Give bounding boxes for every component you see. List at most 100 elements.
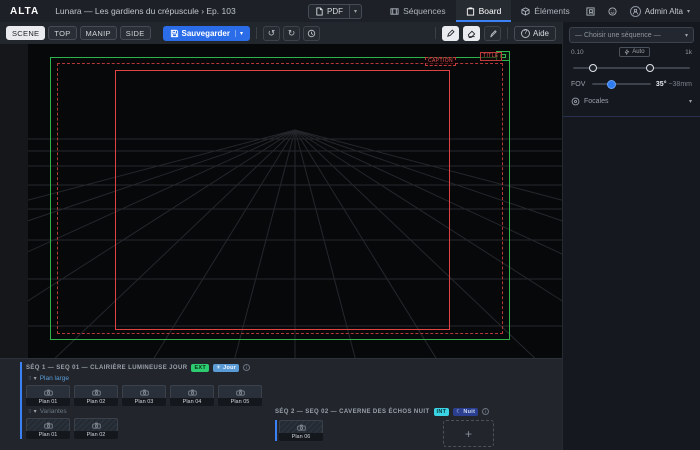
tab-board[interactable]: Board [456,0,512,22]
shot-group-2-header[interactable]: ⠿ ▾ Variantes [28,408,262,415]
pencil-icon [446,29,455,38]
auto-range-button[interactable]: Auto [619,47,649,57]
sequence-2-header[interactable]: SÉQ 2 — SEQ 02 — CAVERNE DES ÉCHOS NUIT … [275,406,489,417]
pdf-export-caret-button[interactable]: ▾ [350,4,362,19]
draw-tools-group: ? Aide [429,26,556,41]
chevron-down-icon: ▾ [689,98,692,105]
sequence-1-header[interactable]: SÉQ 1 — SEQ 01 — CLAIRIÈRE LUMINEUSE JOU… [26,362,262,373]
caption-zone-label: CAPTION [425,57,456,66]
board-icon [466,7,475,16]
save-button[interactable]: Sauvegarder ▾ [163,26,250,41]
camera-icon [236,388,245,397]
shot-thumbnail-variant[interactable]: Plan 06 [279,420,323,441]
history-button[interactable] [303,26,320,41]
pdf-export-button[interactable]: PDF [308,4,350,19]
range-labels-row: 0.10 Auto 1k [571,47,692,57]
focales-label: Focales [584,98,609,105]
perspective-grid [28,44,562,358]
viewport-3d[interactable]: CAPTION TITLE [28,44,562,358]
add-shot-button[interactable]: + [443,420,494,447]
save-icon [170,29,179,38]
aperture-icon [571,97,580,106]
pen-tool-button[interactable] [484,26,501,41]
view-button-manip[interactable]: MANIP [80,26,117,40]
shot-thumbnail[interactable]: Plan 02 [74,385,118,406]
pencil-tool-button[interactable] [442,26,459,41]
save-caret-icon[interactable]: ▾ [235,30,243,37]
auto-icon [624,49,630,55]
shot-image [74,418,118,431]
focales-section-header[interactable]: Focales ▾ [571,97,692,106]
divider [435,27,436,39]
sequence-1-title: SÉQ 1 — SEQ 01 — CLAIRIÈRE LUMINEUSE JOU… [26,365,187,371]
document-title: Lunara — Les gardiens du crépuscule › Ep… [55,6,236,16]
help-icon: ? [521,29,530,38]
pdf-label: PDF [327,7,343,16]
app-logo: ALTA [10,6,39,17]
shots-row-group-1: Plan 01 Plan 02 Plan 03 Plan 04 Plan 05 [26,385,262,406]
tab-sequences-label: Séquences [403,6,446,16]
fov-label: FOV [571,81,587,88]
shot-image [74,385,118,398]
user-menu[interactable]: Admin Alta ▾ [630,6,690,17]
camera-icon [44,421,53,430]
shot-image [26,385,70,398]
bookmark-icon[interactable] [583,3,599,19]
tab-elements-label: Éléments [534,6,569,16]
shot-label: Plan 05 [218,398,262,406]
sequence-block-1: SÉQ 1 — SEQ 01 — CLAIRIÈRE LUMINEUSE JOU… [20,362,262,439]
shot-image [122,385,166,398]
shot-label: Plan 01 [26,398,70,406]
clock-icon [307,29,316,38]
undo-icon: ↺ [268,28,276,39]
eraser-tool-button[interactable] [463,26,480,41]
view-button-scene[interactable]: SCENE [6,26,45,40]
fov-value: 35° ~38mm [656,81,692,88]
shot-image [279,420,323,433]
redo-button[interactable]: ↻ [283,26,300,41]
shot-thumbnail[interactable]: Plan 01 [26,385,70,406]
user-avatar-icon [630,6,641,17]
divider [256,27,257,39]
drag-handle-icon[interactable]: ⠿ [28,376,31,382]
shot-thumbnail-variant[interactable]: Plan 02 [74,418,118,439]
shot-thumbnail[interactable]: Plan 05 [218,385,262,406]
badge-ext: EXT [191,364,209,372]
tab-elements[interactable]: Éléments [511,0,579,22]
view-button-top[interactable]: TOP [48,26,76,40]
redo-icon: ↻ [288,28,296,39]
tab-sequences[interactable]: Séquences [380,0,456,22]
eraser-icon [467,29,476,38]
shot-thumbnail-variant[interactable]: Plan 01 [26,418,70,439]
range-slider-handle-max[interactable] [646,64,654,72]
shot-label: Plan 06 [279,433,323,441]
shot-group-1-label: Plan large [40,375,69,382]
camera-icon [297,423,306,432]
shot-label: Plan 04 [170,398,214,406]
undo-button[interactable]: ↺ [263,26,280,41]
shot-image [170,385,214,398]
document-icon [315,7,324,16]
shot-thumbnail[interactable]: Plan 04 [170,385,214,406]
fov-degrees: 35° [656,81,667,88]
info-icon[interactable]: i [482,408,489,415]
fov-slider-track[interactable] [592,83,651,85]
shot-label: Plan 02 [74,398,118,406]
range-slider-handle-min[interactable] [589,64,597,72]
shot-thumbnail[interactable]: Plan 03 [122,385,166,406]
info-icon[interactable]: i [243,364,250,371]
drag-handle-icon[interactable]: ⠿ [28,409,31,415]
fov-slider-handle[interactable] [607,80,616,89]
emoji-icon[interactable] [605,3,621,19]
shot-group-1-header[interactable]: ⠿ ▾ Plan large [28,375,262,382]
help-label: Aide [533,29,549,38]
camera-icon [92,421,101,430]
pdf-export-group: PDF ▾ [308,4,362,19]
help-button[interactable]: ? Aide [514,26,556,41]
save-label: Sauvegarder [182,29,230,38]
divider [507,27,508,39]
title-zone-label: TITLE [480,52,502,61]
sequence-select[interactable]: — Choisir une séquence — ▾ [569,27,694,43]
tab-board-label: Board [479,6,502,16]
view-button-side[interactable]: SIDE [120,26,151,40]
